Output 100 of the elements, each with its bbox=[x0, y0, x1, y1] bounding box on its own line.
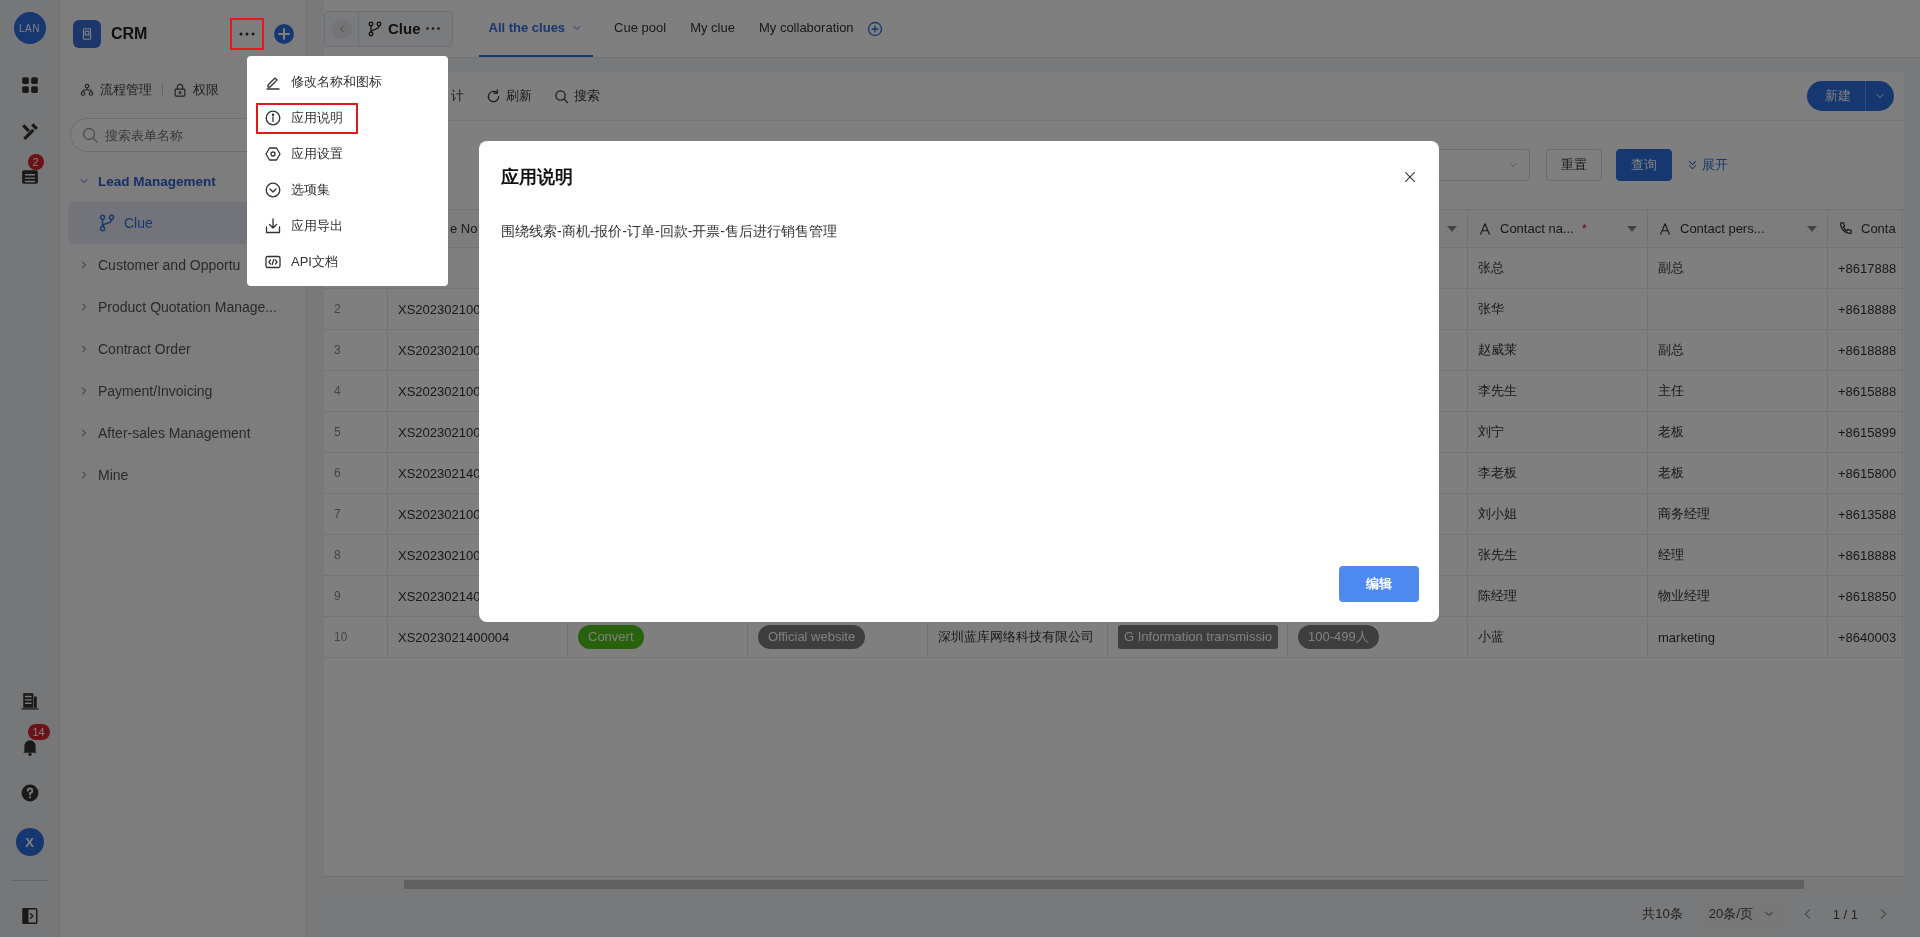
table-cell: 李老板 bbox=[1468, 453, 1648, 494]
status-tag: Convert bbox=[578, 625, 644, 649]
page-title: Clue bbox=[388, 20, 421, 37]
table-cell: 商务经理 bbox=[1648, 494, 1828, 535]
table-cell: 10 bbox=[324, 617, 388, 658]
tree-item[interactable]: Contract Order bbox=[68, 328, 300, 370]
close-icon bbox=[1403, 170, 1417, 184]
search-icon bbox=[82, 127, 98, 143]
table-cell: +8617888 bbox=[1828, 248, 1903, 289]
table-cell: 刘宁 bbox=[1468, 412, 1648, 453]
settings-icon bbox=[265, 146, 281, 162]
caret-icon[interactable] bbox=[1447, 225, 1457, 232]
caret-icon[interactable] bbox=[1627, 225, 1637, 232]
toolbar-button[interactable]: 计 bbox=[451, 87, 464, 105]
table-cell: 物业经理 bbox=[1648, 576, 1828, 617]
total-count: 共10条 bbox=[1642, 905, 1683, 923]
size-tag: 100-499人 bbox=[1298, 625, 1379, 649]
table-cell: 陈经理 bbox=[1468, 576, 1648, 617]
count-badge: 2 bbox=[27, 154, 44, 170]
table-cell: +8618850 bbox=[1828, 576, 1903, 617]
table-cell: +8615888 bbox=[1828, 371, 1903, 412]
edit-button[interactable]: 编辑 bbox=[1339, 566, 1419, 602]
table-cell: 李先生 bbox=[1468, 371, 1648, 412]
scrollbar-thumb[interactable] bbox=[404, 879, 1804, 889]
table-cell: 赵威莱 bbox=[1468, 330, 1648, 371]
table-cell: +8618888 bbox=[1828, 289, 1903, 330]
table-cell: 老板 bbox=[1648, 453, 1828, 494]
table-cell: 5 bbox=[324, 412, 388, 453]
more-button[interactable] bbox=[230, 18, 264, 50]
table-cell: +8615800 bbox=[1828, 453, 1903, 494]
table-cell: 8 bbox=[324, 535, 388, 576]
lock-icon bbox=[173, 83, 187, 97]
table-cell: marketing bbox=[1648, 617, 1828, 658]
table-cell: +8618888 bbox=[1828, 535, 1903, 576]
list-icon bbox=[20, 168, 39, 186]
view-tab[interactable]: My clue bbox=[687, 0, 738, 57]
table-cell: 9 bbox=[324, 576, 388, 617]
caret-icon[interactable] bbox=[1807, 225, 1817, 232]
tree-item[interactable]: Payment/Invoicing bbox=[68, 370, 300, 412]
source-tag: Official website bbox=[758, 625, 866, 649]
toolbar-button[interactable]: 搜索 bbox=[554, 87, 600, 105]
view-tab[interactable]: My collaboration bbox=[755, 0, 857, 57]
more-icon[interactable] bbox=[425, 27, 440, 30]
table-cell: 2 bbox=[324, 289, 388, 330]
table-cell: +8613588 bbox=[1828, 494, 1903, 535]
menu-item[interactable]: 修改名称和图标 bbox=[247, 64, 448, 100]
table-cell: 副总 bbox=[1648, 248, 1828, 289]
side-tab[interactable]: 权限 bbox=[173, 81, 219, 99]
view-tab[interactable]: Cue pool bbox=[611, 0, 670, 57]
refresh-icon bbox=[486, 88, 501, 104]
table-cell: 3 bbox=[324, 330, 388, 371]
phone-icon bbox=[1838, 221, 1853, 236]
reset-button[interactable]: 重置 bbox=[1546, 149, 1602, 181]
more-icon bbox=[239, 32, 255, 36]
column-header: Contact pers... bbox=[1680, 221, 1765, 236]
view-tab[interactable]: All the clues bbox=[478, 0, 594, 57]
branch-icon bbox=[367, 20, 383, 37]
table-cell: +8618888 bbox=[1828, 330, 1903, 371]
side-tab[interactable]: 流程管理 bbox=[80, 81, 152, 99]
table-cell: 主任 bbox=[1648, 371, 1828, 412]
text-type-icon bbox=[1478, 221, 1492, 236]
add-circle-icon bbox=[274, 24, 294, 44]
user-avatar[interactable]: X bbox=[15, 828, 44, 856]
table-cell: 6 bbox=[324, 453, 388, 494]
grid-icon bbox=[20, 76, 39, 94]
table-cell: 张总 bbox=[1468, 248, 1648, 289]
table-cell: +8640003 bbox=[1828, 617, 1903, 658]
download-icon bbox=[265, 218, 281, 234]
bell-icon bbox=[20, 738, 39, 756]
table-cell: 副总 bbox=[1648, 330, 1828, 371]
double-chevron-icon bbox=[1686, 158, 1699, 172]
column-header: Contact na... bbox=[1500, 221, 1574, 236]
table-cell: 张华 bbox=[1468, 289, 1648, 330]
toolbar-button[interactable]: 刷新 bbox=[486, 87, 532, 105]
expand-link[interactable]: 展开 bbox=[1686, 156, 1728, 174]
count-badge: 14 bbox=[27, 724, 50, 740]
app-logo[interactable]: LAN bbox=[13, 12, 46, 44]
app-icon[interactable] bbox=[73, 20, 101, 48]
query-button[interactable]: 查询 bbox=[1616, 149, 1672, 181]
tools-icon bbox=[20, 122, 39, 140]
branch-icon bbox=[98, 214, 116, 232]
code-icon bbox=[265, 254, 281, 270]
table-cell: 张先生 bbox=[1468, 535, 1648, 576]
tree-item[interactable]: Mine bbox=[68, 454, 300, 496]
table-cell: 刘小姐 bbox=[1468, 494, 1648, 535]
table-cell: 经理 bbox=[1648, 535, 1828, 576]
page-indicator: 1 / 1 bbox=[1832, 906, 1858, 922]
required-mark: * bbox=[1581, 221, 1587, 236]
book-icon bbox=[20, 692, 39, 710]
table-cell: +8615899 bbox=[1828, 412, 1903, 453]
collapse-panel-icon bbox=[20, 907, 39, 925]
tree-item[interactable]: Product Quotation Manage... bbox=[68, 286, 300, 328]
app-title: CRM bbox=[111, 25, 149, 43]
table-cell: 小蓝 bbox=[1468, 617, 1648, 658]
tree-item[interactable]: After-sales Management bbox=[68, 412, 300, 454]
table-cell: 4 bbox=[324, 371, 388, 412]
search-icon bbox=[554, 88, 569, 104]
text-type-icon bbox=[1658, 221, 1672, 236]
dialog-title: 应用说明 bbox=[501, 166, 573, 189]
document-icon bbox=[80, 27, 94, 41]
